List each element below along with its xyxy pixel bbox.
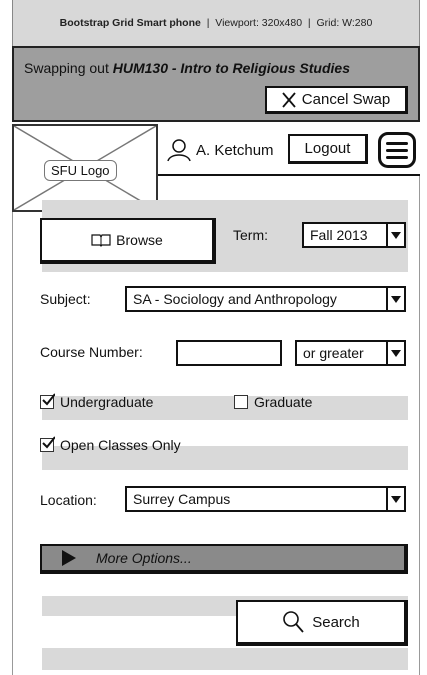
chevron-down-icon	[386, 340, 406, 366]
term-label: Term:	[233, 227, 268, 243]
chevron-down-icon	[386, 222, 406, 248]
close-icon	[282, 91, 296, 108]
subject-select[interactable]: SA - Sociology and Anthropology	[125, 286, 406, 312]
undergraduate-label: Undergraduate	[60, 394, 154, 410]
caption-separator: |	[206, 17, 210, 29]
hamburger-menu-icon[interactable]	[378, 132, 416, 168]
subject-value: SA - Sociology and Anthropology	[133, 291, 337, 307]
graduate-label: Graduate	[254, 394, 313, 410]
open-classes-label: Open Classes Only	[60, 437, 181, 453]
browse-label: Browse	[116, 232, 163, 248]
more-options-toggle[interactable]: More Options...	[40, 544, 408, 574]
book-icon	[91, 234, 111, 247]
open-classes-checkbox[interactable]: Open Classes Only	[40, 436, 181, 453]
course-number-modifier-select[interactable]: or greater	[295, 340, 406, 366]
term-value: Fall 2013	[310, 227, 368, 243]
logo-label: SFU Logo	[44, 160, 117, 181]
swap-prefix: Swapping out	[24, 60, 109, 76]
course-number-label: Course Number:	[40, 344, 143, 360]
subject-label: Subject:	[40, 291, 91, 307]
swap-course: HUM130 - Intro to Religious Studies	[112, 60, 350, 76]
chevron-down-icon	[386, 286, 406, 312]
browse-button[interactable]: Browse	[40, 218, 216, 264]
checkbox-unchecked-icon	[234, 395, 248, 409]
course-number-input[interactable]	[176, 340, 282, 366]
logout-button[interactable]: Logout	[288, 134, 368, 164]
chevron-down-icon	[386, 486, 406, 512]
device-caption: Bootstrap Grid Smart phone | Viewport: 3…	[12, 0, 420, 46]
undergraduate-checkbox[interactable]: Undergraduate	[40, 393, 154, 410]
search-button[interactable]: Search	[236, 600, 408, 646]
caption-separator: |	[307, 17, 311, 29]
caption-title: Bootstrap Grid Smart phone	[59, 17, 201, 29]
cancel-swap-button[interactable]: Cancel Swap	[265, 86, 408, 114]
user-icon	[167, 139, 191, 162]
search-label: Search	[312, 613, 360, 631]
play-icon	[62, 550, 76, 566]
more-options-label: More Options...	[96, 550, 192, 566]
checkbox-checked-icon	[40, 393, 55, 409]
logo-placeholder[interactable]: SFU Logo	[12, 124, 158, 212]
graduate-checkbox[interactable]: Graduate	[234, 394, 312, 410]
course-number-modifier-value: or greater	[303, 345, 364, 361]
checkbox-checked-icon	[40, 436, 55, 452]
user-info[interactable]: A. Ketchum	[166, 138, 274, 162]
term-select[interactable]: Fall 2013	[302, 222, 406, 248]
caption-viewport: Viewport: 320x480	[215, 17, 303, 29]
user-name: A. Ketchum	[196, 141, 274, 159]
search-icon	[283, 611, 304, 633]
swap-banner: Swapping out HUM130 - Intro to Religious…	[12, 46, 420, 122]
location-value: Surrey Campus	[133, 491, 231, 507]
location-select[interactable]: Surrey Campus	[125, 486, 406, 512]
location-label: Location:	[40, 492, 97, 508]
row-band	[42, 648, 408, 670]
cancel-swap-label: Cancel Swap	[301, 91, 391, 108]
swap-message: Swapping out HUM130 - Intro to Religious…	[24, 60, 414, 76]
caption-grid: Grid: W:280	[316, 17, 373, 29]
